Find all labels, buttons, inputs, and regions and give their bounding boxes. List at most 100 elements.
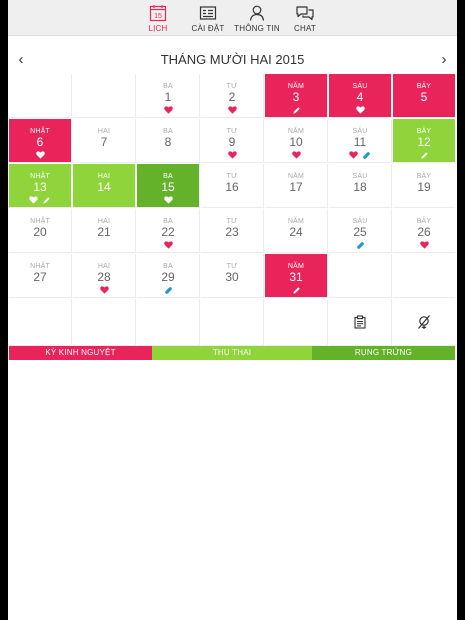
empty-cell [393,254,455,298]
no-ovulation-button[interactable] [393,299,455,346]
empty-cell [265,299,328,346]
day-number: 6 [36,135,44,149]
day-icons [201,240,263,250]
day-number: 19 [417,180,431,194]
day-number: 1 [164,90,172,104]
day-number: 24 [289,225,303,239]
day-icons [265,285,327,295]
day-icons [9,195,71,205]
day-cell-10[interactable]: NĂM 10 [265,119,328,163]
empty-cell [9,74,72,118]
calendar-badge: 15 [154,13,162,20]
day-icons [137,150,199,160]
day-cell-4[interactable]: SÁU 4 [329,74,392,118]
day-icons [265,105,327,115]
day-cell-29[interactable]: BA 29 [137,254,200,298]
day-cell-8[interactable]: BA 8 [137,119,200,163]
day-number: 2 [228,90,236,104]
day-cell-19[interactable]: BẢY 19 [393,164,455,208]
pencil-icon [292,286,300,294]
empty-cell [201,299,264,346]
empty-cell [73,299,136,346]
day-icons [137,105,199,115]
pencil-icon [420,151,428,159]
day-cell-12[interactable]: BẢY 12 [393,119,455,163]
day-cell-5[interactable]: BẢY 5 [393,74,455,118]
day-number: 31 [289,270,303,284]
no-ovulation-icon [418,315,430,329]
heart-icon [163,241,173,249]
day-cell-25[interactable]: SÁU 25 [329,209,392,253]
heart-icon [355,106,365,114]
day-icons [73,195,135,205]
day-number: 4 [356,90,364,104]
empty-cell [73,74,136,118]
day-cell-27[interactable]: NHẬT 27 [9,254,72,298]
day-cell-14[interactable]: HAI 14 [73,164,136,208]
tab-settings[interactable]: CÀI ĐẶT [180,0,236,36]
day-cell-7[interactable]: HAI 7 [73,119,136,163]
day-cell-24[interactable]: NĂM 24 [265,209,328,253]
day-cell-26[interactable]: BẢY 26 [393,209,455,253]
next-month-button[interactable]: › [432,50,456,70]
legend: KỲ KINH NGUYỆT THỤ THAI RỤNG TRỨNG [9,346,455,360]
day-number: 14 [97,180,111,194]
day-icons [73,150,135,160]
day-icons [9,240,71,250]
day-cell-3[interactable]: NĂM 3 [265,74,328,118]
day-number: 9 [228,135,236,149]
day-cell-31[interactable]: NĂM 31 [265,254,328,298]
tab-calendar[interactable]: 15 LỊCH [130,0,186,36]
day-icons [265,195,327,205]
day-number: 25 [353,225,367,239]
day-cell-2[interactable]: TƯ 2 [201,74,264,118]
day-icons [137,285,199,295]
day-cell-22[interactable]: BA 22 [137,209,200,253]
day-cell-21[interactable]: HAI 21 [73,209,136,253]
notes-button[interactable] [329,299,392,346]
heart-icon [99,286,109,294]
notes-icon [354,315,366,329]
day-icons [137,240,199,250]
day-cell-18[interactable]: SÁU 18 [329,164,392,208]
day-cell-16[interactable]: TƯ 16 [201,164,264,208]
day-icons [393,150,455,160]
day-icons [9,285,71,295]
day-number: 28 [97,270,111,284]
day-number: 5 [420,90,428,104]
legend-period: KỲ KINH NGUYỆT [9,346,152,360]
day-icons [9,92,71,102]
day-cell-6[interactable]: NHẬT 6 [9,119,72,163]
day-cell-20[interactable]: NHẬT 20 [9,209,72,253]
heart-icon [291,151,301,159]
tab-label: CÀI ĐẶT [191,24,225,33]
day-number: 18 [353,180,367,194]
day-cell-9[interactable]: TƯ 9 [201,119,264,163]
tab-label: LỊCH [148,24,168,33]
heart-icon [163,106,173,114]
day-number: 8 [164,135,172,149]
day-number: 13 [33,180,47,194]
heart-icon [35,151,45,159]
tab-chat[interactable]: CHAT [277,0,333,36]
weekday-label [393,263,455,271]
day-cell-17[interactable]: NĂM 17 [265,164,328,208]
chat-icon [296,6,314,21]
day-cell-15[interactable]: BA 15 [137,164,200,208]
heart-icon [227,151,237,159]
day-cell-11[interactable]: SÁU 11 [329,119,392,163]
user-icon [249,5,265,21]
settings-icon [199,6,217,20]
heart-icon [227,106,237,114]
day-cell-13[interactable]: NHẬT 13 [9,164,72,208]
day-number: 21 [97,225,111,239]
day-cell-28[interactable]: HAI 28 [73,254,136,298]
day-cell-23[interactable]: TƯ 23 [201,209,264,253]
legend-fertile: THỤ THAI [152,346,312,360]
heart-icon [29,196,38,204]
day-icons [73,92,135,102]
pill-icon [356,241,364,249]
day-cell-30[interactable]: TƯ 30 [201,254,264,298]
day-cell-1[interactable]: BA 1 [137,74,200,118]
day-number: 16 [225,180,239,194]
